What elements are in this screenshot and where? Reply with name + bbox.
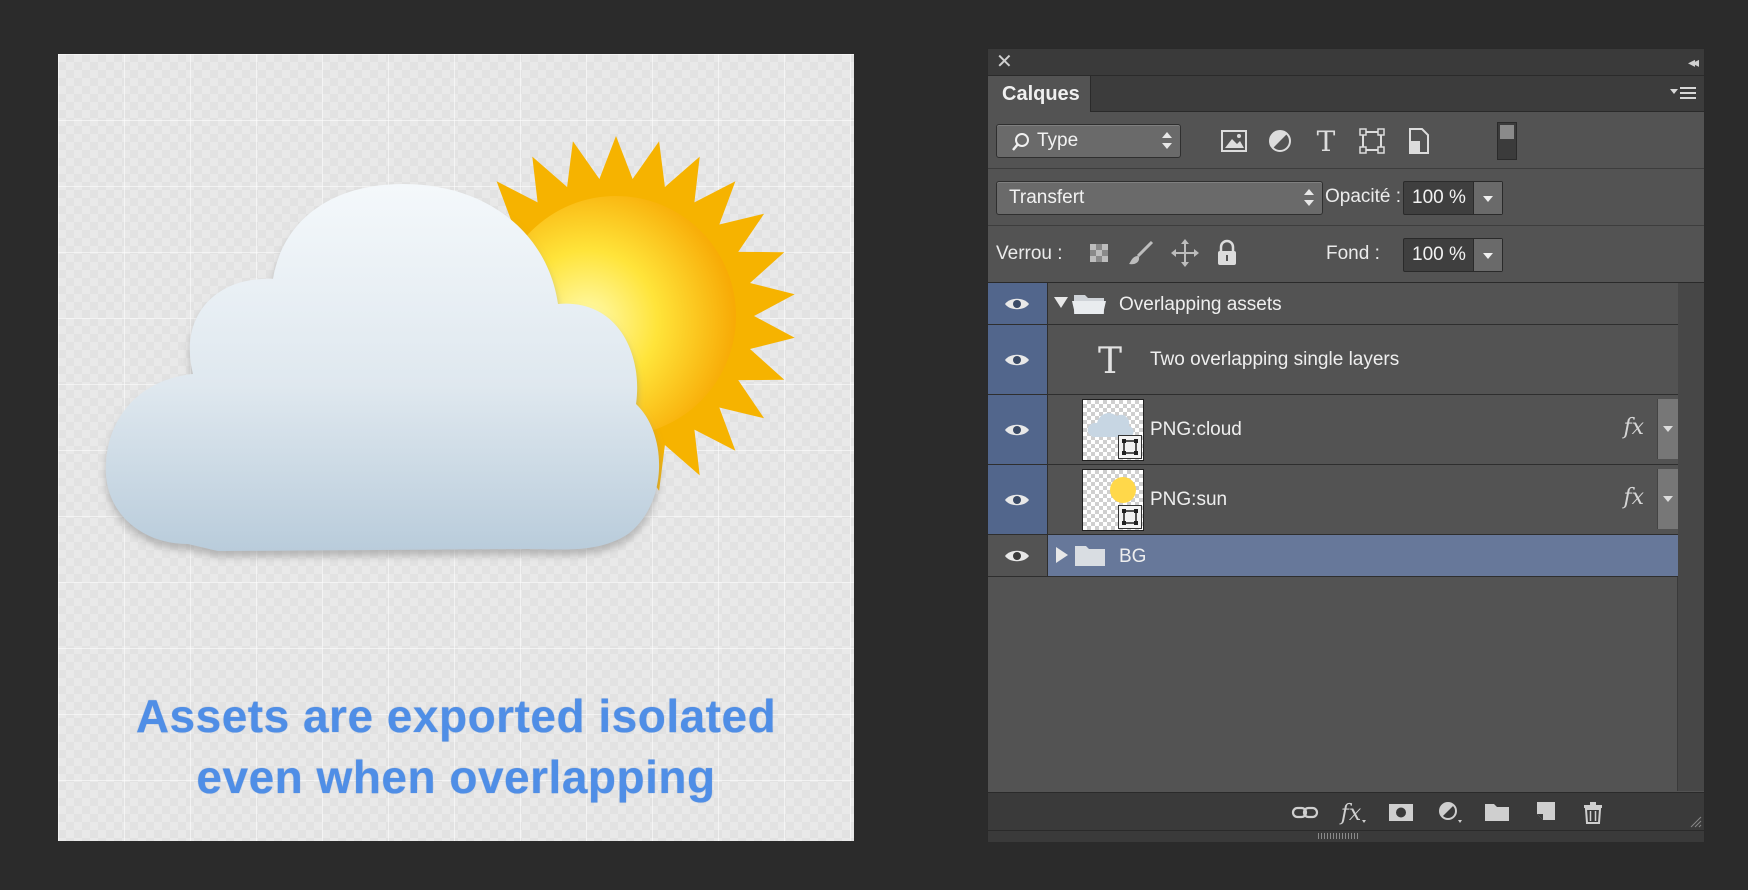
layer-name: PNG:cloud (1150, 419, 1242, 440)
panel-titlebar: ✕ ◂◂ (988, 49, 1704, 76)
adjustment-icon[interactable] (1434, 798, 1464, 826)
smart-object-badge-icon (1118, 435, 1142, 459)
caption-line-1: Assets are exported isolated (135, 690, 777, 742)
caption-line-2: even when overlapping (196, 751, 716, 803)
visibility-toggle[interactable] (988, 465, 1048, 534)
resize-grip-icon[interactable] (1688, 814, 1702, 828)
shape-filter-icon[interactable] (1356, 125, 1388, 157)
svg-text:T: T (1317, 125, 1336, 157)
layer-name: PNG:sun (1150, 489, 1228, 510)
layer-row-png-sun[interactable]: PNG:sun fx (988, 465, 1678, 535)
opacity-dropdown-button[interactable] (1473, 182, 1502, 214)
type-filter-icon[interactable]: T (1310, 125, 1342, 157)
visibility-toggle[interactable] (988, 395, 1048, 464)
visibility-toggle[interactable] (988, 283, 1048, 324)
lock-position-move-icon[interactable] (1170, 238, 1200, 268)
fill-dropdown-button[interactable] (1473, 239, 1502, 271)
lock-transparency-icon[interactable] (1084, 238, 1114, 268)
fx-badge-icon[interactable]: fx (1623, 415, 1644, 440)
visibility-toggle[interactable] (988, 325, 1048, 394)
blend-mode-value: Transfert (1009, 187, 1085, 208)
expand-triangle-right-icon[interactable] (1056, 547, 1068, 563)
eye-icon (1005, 424, 1029, 435)
text-layer-icon: T (1098, 341, 1122, 377)
fx-icon[interactable]: fx (1338, 798, 1368, 826)
layers-scrollbar[interactable] (1677, 283, 1704, 791)
expand-triangle-down-icon[interactable] (1054, 297, 1068, 309)
layer-name: BG (1119, 546, 1147, 567)
tab-layers[interactable]: Calques (988, 76, 1091, 112)
fx-badge-icon[interactable]: fx (1623, 485, 1644, 510)
link-layers-icon[interactable] (1290, 798, 1320, 826)
document-canvas[interactable]: Assets are exported isolated even when o… (58, 54, 854, 841)
mask-icon[interactable] (1386, 798, 1416, 826)
lock-label: Verrou : (996, 243, 1063, 264)
filter-kind-value: Type (1037, 130, 1079, 151)
layer-row-text[interactable]: T Two overlapping single layers (988, 325, 1678, 395)
filter-row: Type T (988, 112, 1704, 169)
folder-icon (1075, 546, 1105, 566)
layer-row-bg[interactable]: BG (988, 535, 1678, 577)
new-group-icon[interactable] (1482, 798, 1512, 826)
close-icon[interactable]: ✕ (996, 49, 1013, 75)
blend-mode-select[interactable]: Transfert (996, 181, 1323, 215)
layer-thumbnail (1082, 399, 1144, 461)
lock-all-padlock-icon[interactable] (1212, 238, 1242, 268)
lock-pixels-brush-icon[interactable] (1126, 238, 1156, 268)
opacity-value: 100 % (1412, 187, 1466, 208)
eye-icon (1005, 494, 1029, 505)
eye-icon (1005, 354, 1029, 365)
opacity-label: Opacité : (1325, 186, 1402, 207)
adjustment-filter-icon[interactable] (1264, 125, 1296, 157)
fill-value: 100 % (1412, 244, 1466, 265)
layer-row-png-cloud[interactable]: PNG:cloud fx (988, 395, 1678, 465)
layer-name: Overlapping assets (1119, 294, 1282, 315)
fill-label: Fond : (1326, 243, 1380, 264)
layer-thumbnail (1082, 469, 1144, 531)
image-filter-icon[interactable] (1218, 125, 1250, 157)
canvas-caption: Assets are exported isolated even when o… (58, 686, 854, 808)
layers-bottom-toolbar: fx (988, 792, 1704, 830)
updown-arrows-icon (1162, 131, 1172, 151)
layers-panel: ✕ ◂◂ Calques Type T Transfert Opacité: … (987, 48, 1705, 842)
collapse-icon[interactable]: ◂◂ (1688, 49, 1699, 75)
trash-icon[interactable] (1578, 798, 1608, 826)
fill-field[interactable]: 100 % (1403, 238, 1503, 272)
smart-object-badge-icon (1118, 505, 1142, 529)
smart-object-filter-icon[interactable] (1402, 125, 1434, 157)
visibility-toggle[interactable] (988, 535, 1048, 576)
svg-text:T: T (1098, 341, 1122, 377)
layer-row-overlapping-assets[interactable]: Overlapping assets (988, 283, 1678, 325)
folder-open-icon (1072, 295, 1106, 314)
svg-text:fx: fx (1339, 801, 1362, 826)
tab-row: Calques (988, 76, 1704, 112)
filter-toggle-switch[interactable] (1497, 122, 1517, 160)
layers-list: Overlapping assets T Two overlapping sin… (988, 283, 1704, 791)
search-icon (1012, 133, 1029, 151)
lock-row: Verrou : Fond : 100 % (988, 226, 1704, 283)
new-layer-icon[interactable] (1530, 798, 1560, 826)
opacity-field[interactable]: 100 % (1403, 181, 1503, 215)
eye-icon (1005, 298, 1029, 309)
layer-name: Two overlapping single layers (1150, 349, 1400, 370)
panel-menu-icon[interactable] (1670, 84, 1696, 104)
blend-row: Transfert Opacité : 100 % (988, 169, 1704, 226)
eye-icon (1005, 550, 1029, 561)
effects-expand-icon[interactable] (1657, 469, 1678, 529)
updown-arrows-icon (1304, 188, 1314, 208)
effects-expand-icon[interactable] (1657, 399, 1678, 459)
filter-kind-select[interactable]: Type (996, 124, 1181, 158)
panel-resize-handle[interactable] (988, 830, 1704, 842)
